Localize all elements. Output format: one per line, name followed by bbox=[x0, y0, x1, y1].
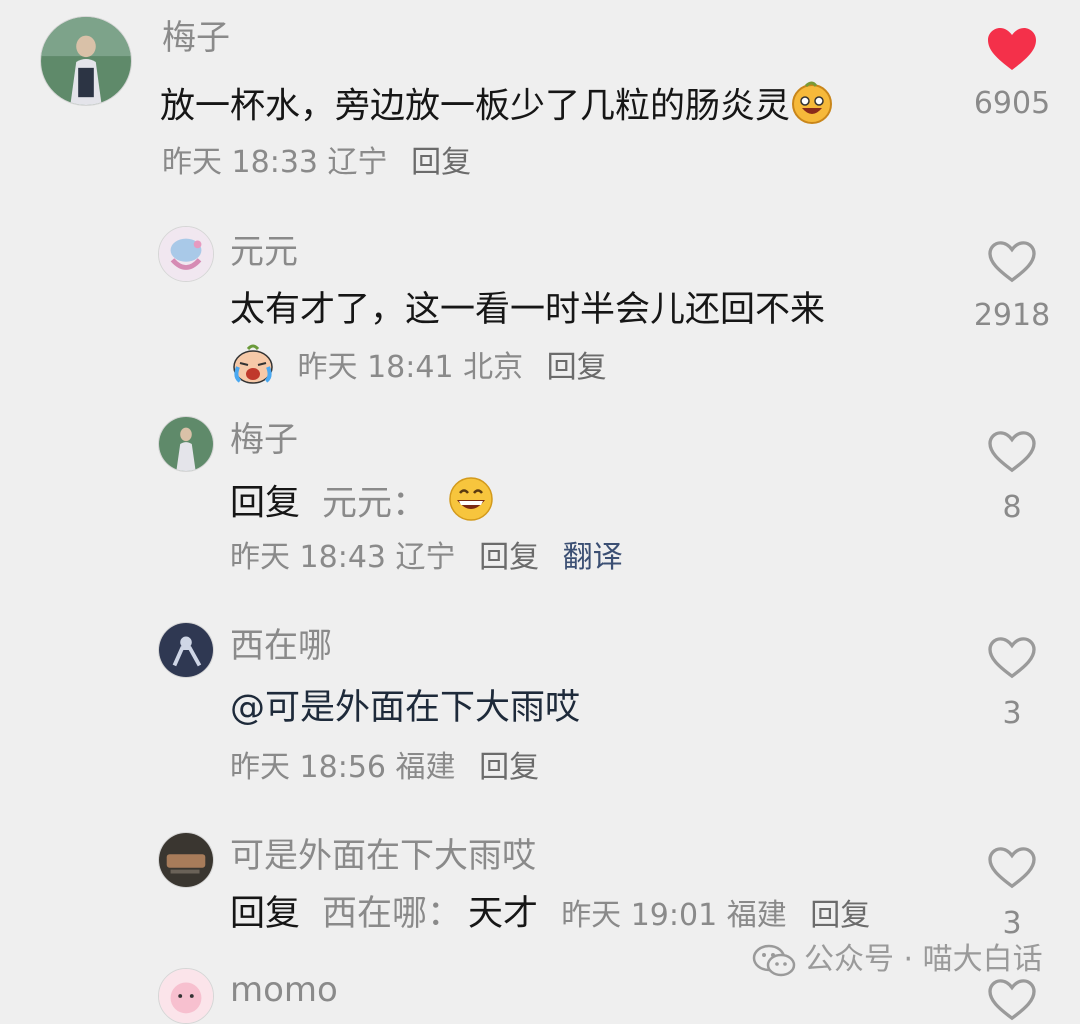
grin-emoji bbox=[790, 80, 834, 135]
like-count: 3 bbox=[1002, 906, 1022, 941]
reply-prefix: 回复 bbox=[230, 483, 301, 524]
avatar[interactable] bbox=[158, 968, 214, 1024]
like-button[interactable] bbox=[952, 978, 1072, 1022]
laugh-emoji bbox=[448, 476, 494, 533]
comment-location: 辽宁 bbox=[327, 145, 388, 180]
avatar[interactable] bbox=[158, 832, 214, 888]
avatar[interactable] bbox=[158, 226, 214, 282]
reply-prefix: 回复 bbox=[230, 894, 301, 934]
heart-outline-icon bbox=[988, 241, 1036, 283]
like-count: 6905 bbox=[973, 86, 1051, 121]
comment-username[interactable]: 梅子 bbox=[230, 420, 298, 460]
reply-button[interactable]: 回复 bbox=[547, 350, 607, 385]
like-button[interactable]: 2918 bbox=[952, 240, 1072, 334]
comment-username[interactable]: 西在哪 bbox=[230, 626, 332, 666]
heart-filled-icon bbox=[988, 28, 1036, 70]
reply-target[interactable]: 元元： bbox=[322, 484, 427, 524]
translate-button[interactable]: 翻译 bbox=[563, 540, 623, 575]
like-count: 3 bbox=[1002, 696, 1022, 731]
heart-outline-icon bbox=[988, 847, 1036, 889]
reply-button[interactable]: 回复 bbox=[479, 750, 539, 785]
comment-time: 昨天 18:43 bbox=[230, 540, 386, 575]
heart-outline-icon bbox=[988, 979, 1036, 1021]
user-photo-icon bbox=[159, 623, 213, 677]
reply-button[interactable]: 回复 bbox=[810, 898, 870, 933]
comment-meta: 昨天 19:01 福建 回复 bbox=[561, 898, 870, 933]
wechat-icon bbox=[752, 944, 796, 976]
comment-time: 昨天 18:41 bbox=[297, 350, 454, 385]
user-photo-icon bbox=[159, 417, 213, 471]
user-photo-icon bbox=[41, 17, 131, 105]
comment-username[interactable]: 元元 bbox=[230, 232, 298, 272]
like-button[interactable]: 3 bbox=[952, 846, 1072, 942]
reply-button[interactable]: 回复 bbox=[411, 145, 471, 180]
reply-button[interactable]: 回复 bbox=[479, 540, 539, 575]
comment-location: 北京 bbox=[463, 350, 524, 385]
like-button[interactable]: 6905 bbox=[952, 26, 1072, 122]
heart-outline-icon bbox=[988, 637, 1036, 679]
comment-body: 天才 bbox=[468, 894, 539, 934]
comment-meta: 昨天 18:56 福建 回复 bbox=[230, 750, 539, 786]
user-cartoon-icon bbox=[159, 969, 213, 1023]
user-photo-icon bbox=[159, 833, 213, 887]
comment-body: @可是外面在下大雨哎 bbox=[230, 688, 581, 728]
comment-time: 昨天 18:56 bbox=[230, 750, 386, 785]
comment-text: 放一杯水，旁边放一板少了几粒的肠炎灵 bbox=[160, 80, 834, 135]
like-button[interactable]: 3 bbox=[952, 636, 1072, 732]
heart-outline-icon bbox=[988, 431, 1036, 473]
comment-location: 福建 bbox=[395, 750, 456, 785]
avatar[interactable] bbox=[40, 16, 132, 106]
like-button[interactable]: 8 bbox=[952, 430, 1072, 526]
comment-username[interactable]: momo bbox=[230, 970, 338, 1010]
comment-username[interactable]: 可是外面在下大雨哎 bbox=[230, 836, 536, 876]
reply-target[interactable]: 西在哪： bbox=[322, 894, 462, 934]
avatar[interactable] bbox=[158, 622, 214, 678]
comment-username[interactable]: 梅子 bbox=[162, 18, 230, 58]
like-count: 8 bbox=[1002, 490, 1022, 525]
avatar[interactable] bbox=[158, 416, 214, 472]
crying-emoji bbox=[230, 343, 276, 394]
like-count: 2918 bbox=[973, 298, 1051, 333]
comment-body: 太有才了，这一看一时半会儿还回不来 bbox=[230, 290, 826, 330]
comment-body: 放一杯水，旁边放一板少了几粒的肠炎灵 bbox=[160, 86, 791, 127]
comment-meta: 昨天 18:43 辽宁 回复 翻译 bbox=[230, 540, 623, 576]
comment-location: 辽宁 bbox=[395, 540, 456, 575]
comment-text: 回复 元元： bbox=[230, 476, 494, 533]
comment-meta: 昨天 18:41 北京 回复 bbox=[230, 343, 607, 394]
comment-time: 昨天 19:01 bbox=[561, 898, 718, 933]
comment-text: 回复 西在哪： 天才 昨天 19:01 福建 回复 bbox=[230, 892, 870, 936]
watermark: 公众号 · 喵大白话 bbox=[752, 942, 1043, 979]
comment-meta: 昨天 18:33 辽宁 回复 bbox=[162, 145, 471, 181]
comment-time: 昨天 18:33 bbox=[162, 145, 318, 180]
user-cartoon-icon bbox=[159, 227, 213, 281]
comment-location: 福建 bbox=[726, 898, 787, 933]
watermark-text: 公众号 · 喵大白话 bbox=[804, 942, 1043, 977]
